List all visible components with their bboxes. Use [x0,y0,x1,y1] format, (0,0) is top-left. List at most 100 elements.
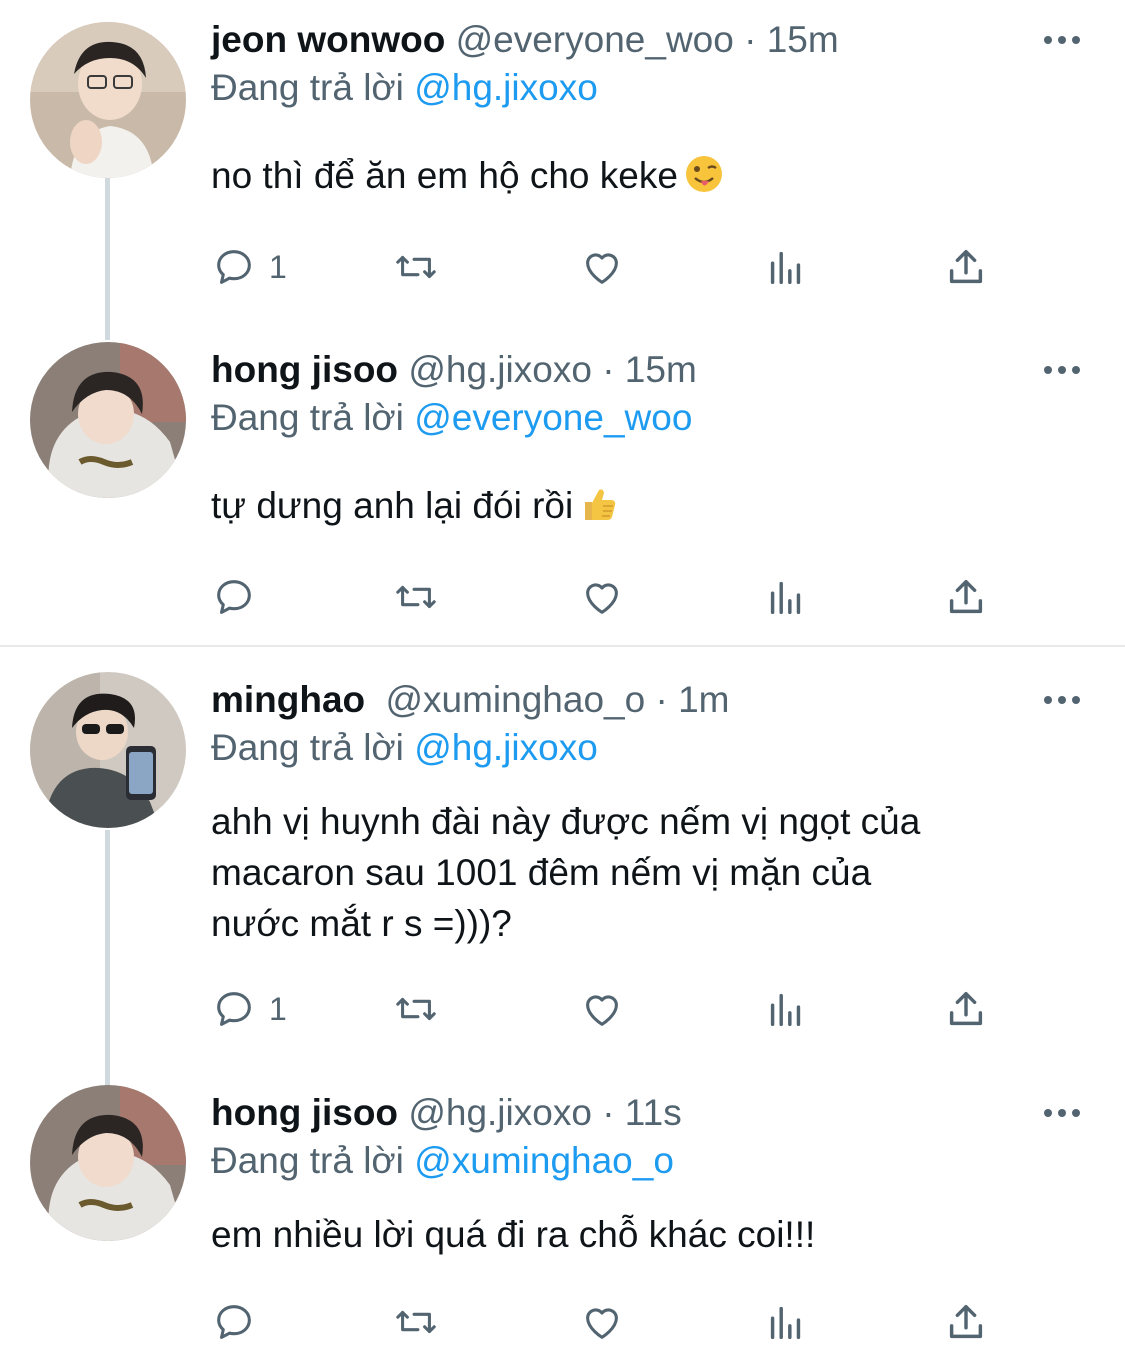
tweet-text-content: no thì để ăn em hộ cho keke [211,155,678,196]
share-button[interactable] [943,572,989,622]
tweet-text: no thì để ăn em hộ cho keke [211,150,1091,201]
share-button[interactable] [943,1297,989,1347]
display-name[interactable]: hong jisoo [211,1092,398,1133]
avatar[interactable] [30,1085,186,1241]
tweet[interactable]: hong jisoo @hg.jixoxo · 15m Đang trả lời… [0,342,1125,628]
share-button[interactable] [943,242,989,292]
retweet-button[interactable] [393,1297,439,1347]
tweet-text: em nhiều lời quá đi ra chỗ khác coi!!! [211,1209,1091,1260]
reply-bubble-icon [217,580,251,614]
replying-to: Đang trả lời @hg.jixoxo [211,726,598,770]
replying-to: Đang trả lời @hg.jixoxo [211,66,598,110]
separator-dot: · [655,679,668,720]
more-options-button[interactable] [1040,348,1084,392]
share-button[interactable] [943,984,989,1034]
replying-to-mention[interactable]: @hg.jixoxo [414,67,598,108]
tweet-text-line: macaron sau 1001 đêm nếm vị mặn của [211,852,872,893]
more-options-button[interactable] [1040,678,1084,722]
analytics-button[interactable] [763,984,809,1034]
timestamp[interactable]: 15m [625,349,697,390]
retweet-icon [396,997,436,1021]
replying-to-label: Đang trả lời [211,1140,404,1181]
tweet-text-line: ahh vị huynh đài này được nếm vị ngọt củ… [211,801,921,842]
retweet-icon [396,1310,436,1334]
separator-dot: · [602,1092,615,1133]
like-button[interactable] [579,1297,625,1347]
heart-icon [586,1308,618,1339]
tweet[interactable]: hong jisoo @hg.jixoxo · 11s Đang trả lời… [0,1085,1125,1353]
analytics-bars-icon [770,581,801,615]
display-name[interactable]: minghao [211,679,365,720]
analytics-bars-icon [770,251,801,285]
share-upload-icon [949,1304,983,1339]
timestamp[interactable]: 11s [625,1092,682,1133]
analytics-button[interactable] [763,572,809,622]
like-button[interactable] [579,984,625,1034]
tweet-actions: 1 [211,242,1011,292]
tweet-actions [211,572,1011,622]
thumbs-up-emoji [585,489,616,520]
like-button[interactable] [579,242,625,292]
replying-to: Đang trả lời @xuminghao_o [211,1139,674,1183]
display-name[interactable]: jeon wonwoo [211,19,445,60]
reply-button[interactable] [211,572,269,622]
more-dots-icon [1044,366,1080,374]
retweet-button[interactable] [393,984,439,1034]
heart-icon [586,583,618,614]
replying-to-mention[interactable]: @hg.jixoxo [414,727,598,768]
replying-to-label: Đang trả lời [211,727,404,768]
tongue-out-emoji [685,156,722,192]
replying-to-mention[interactable]: @everyone_woo [414,397,692,438]
replying-to-label: Đang trả lời [211,67,404,108]
tweet-text-content: tự dưng anh lại đói rồi [211,485,574,526]
replying-to: Đang trả lời @everyone_woo [211,396,692,440]
tweet-actions: 1 [211,984,1011,1034]
share-upload-icon [949,991,983,1026]
analytics-bars-icon [770,1306,801,1340]
user-handle[interactable]: @xuminghao_o [385,679,645,720]
user-handle[interactable]: @hg.jixoxo [408,1092,592,1133]
tweet-header: hong jisoo @hg.jixoxo · 15m [211,348,697,392]
replying-to-mention[interactable]: @xuminghao_o [414,1140,674,1181]
reply-button[interactable]: 1 [211,984,287,1034]
reply-button[interactable] [211,1297,269,1347]
reply-button[interactable]: 1 [211,242,287,292]
more-dots-icon [1044,1109,1080,1117]
avatar[interactable] [30,22,186,178]
more-dots-icon [1044,696,1080,704]
separator-dot: · [602,349,615,390]
reply-bubble-icon [217,1305,251,1339]
tweet-header: minghao @xuminghao_o · 1m [211,678,729,722]
retweet-button[interactable] [393,572,439,622]
retweet-button[interactable] [393,242,439,292]
retweet-icon [396,255,436,279]
share-upload-icon [949,579,983,614]
tweet[interactable]: jeon wonwoo @everyone_woo · 15m Đang trả… [0,18,1125,308]
timestamp[interactable]: 15m [767,19,839,60]
tweet-text-content: em nhiều lời quá đi ra chỗ khác coi!!! [211,1214,816,1255]
reply-count: 1 [269,990,287,1027]
timestamp[interactable]: 1m [678,679,729,720]
analytics-button[interactable] [763,1297,809,1347]
tweet-header: jeon wonwoo @everyone_woo · 15m [211,18,839,62]
tweet-text-line: nước mắt r s =)))? [211,903,512,944]
like-button[interactable] [579,572,625,622]
user-handle[interactable]: @hg.jixoxo [408,349,592,390]
tweet[interactable]: minghao @xuminghao_o · 1m Đang trả lời @… [0,672,1125,1058]
reply-bubble-icon [217,992,251,1026]
analytics-button[interactable] [763,242,809,292]
more-dots-icon [1044,36,1080,44]
replying-to-label: Đang trả lời [211,397,404,438]
heart-icon [586,253,618,284]
display-name[interactable]: hong jisoo [211,349,398,390]
reply-count: 1 [269,248,287,285]
tweet-header: hong jisoo @hg.jixoxo · 11s [211,1091,682,1135]
more-options-button[interactable] [1040,1091,1084,1135]
tweet-actions [211,1297,1011,1347]
avatar[interactable] [30,342,186,498]
avatar[interactable] [30,672,186,828]
tweet-text: tự dưng anh lại đói rồi [211,480,1091,531]
user-handle[interactable]: @everyone_woo [456,19,734,60]
more-options-button[interactable] [1040,18,1084,62]
share-upload-icon [949,249,983,284]
